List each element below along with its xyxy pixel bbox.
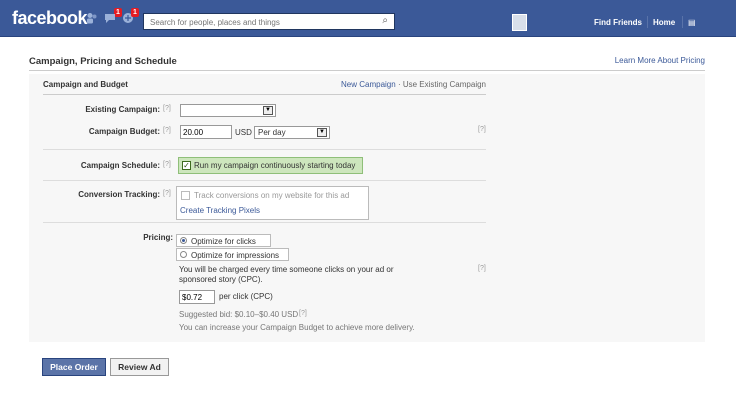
help-link[interactable]: [?] bbox=[478, 265, 486, 272]
conversion-tracking-box: Track conversions on my website for this… bbox=[176, 186, 369, 220]
help-link[interactable]: [?] bbox=[163, 127, 171, 134]
find-friends-link[interactable]: Find Friends bbox=[594, 18, 642, 27]
campaign-budget-label: Campaign Budget: bbox=[88, 127, 160, 136]
charge-note-line2: sponsored story (CPC). bbox=[179, 275, 263, 284]
avatar[interactable] bbox=[512, 14, 527, 31]
title-rule bbox=[29, 70, 705, 71]
new-campaign-link[interactable]: New Campaign bbox=[341, 80, 396, 89]
track-conversions-checkbox[interactable] bbox=[181, 191, 190, 200]
nav-divider bbox=[682, 16, 683, 28]
optimize-impressions-text: Optimize for impressions bbox=[191, 251, 280, 260]
existing-campaign-label: Existing Campaign: bbox=[85, 105, 160, 114]
run-continuously-text: Run my campaign continuously starting to… bbox=[194, 161, 356, 170]
bid-input[interactable] bbox=[179, 290, 215, 304]
optimize-clicks-text: Optimize for clicks bbox=[191, 237, 256, 246]
suggested-bid-text: Suggested bid: $0.10–$0.40 USD bbox=[179, 310, 299, 319]
top-bar: facebook 1 1 ⌕ Find Friends Home ▤ bbox=[0, 0, 736, 37]
conversion-tracking-label: Conversion Tracking: bbox=[78, 190, 160, 199]
optimize-impressions-option[interactable]: Optimize for impressions bbox=[176, 248, 289, 261]
account-menu-icon[interactable]: ▤ bbox=[688, 18, 696, 27]
budget-period-select[interactable]: Per day ▼ bbox=[254, 126, 330, 139]
budget-period-value: Per day bbox=[258, 128, 286, 137]
help-link[interactable]: [?] bbox=[163, 161, 171, 168]
run-continuously-checkbox[interactable]: ✓ bbox=[182, 161, 191, 170]
use-existing-campaign-link[interactable]: Use Existing Campaign bbox=[403, 80, 486, 89]
chevron-down-icon: ▼ bbox=[263, 106, 273, 115]
campaign-budget-input[interactable] bbox=[180, 125, 232, 139]
link-separator: · bbox=[397, 80, 401, 89]
existing-campaign-select[interactable]: ▼ bbox=[180, 104, 276, 117]
charge-note-line1: You will be charged every time someone c… bbox=[179, 265, 394, 274]
bid-unit-label: per click (CPC) bbox=[219, 292, 273, 301]
facebook-logo[interactable]: facebook bbox=[12, 8, 88, 29]
help-link[interactable]: [?] bbox=[478, 126, 486, 133]
pricing-label: Pricing: bbox=[143, 233, 173, 242]
search-icon[interactable]: ⌕ bbox=[382, 15, 388, 26]
home-link[interactable]: Home bbox=[653, 18, 675, 27]
increase-budget-note: You can increase your Campaign Budget to… bbox=[179, 323, 415, 332]
help-link[interactable]: [?] bbox=[163, 105, 171, 112]
help-link[interactable]: [?] bbox=[299, 310, 307, 317]
campaign-schedule-label: Campaign Schedule: bbox=[80, 161, 160, 170]
row-divider bbox=[43, 180, 486, 181]
page-title: Campaign, Pricing and Schedule bbox=[29, 56, 177, 67]
section-rule bbox=[43, 94, 486, 95]
search-input[interactable] bbox=[148, 15, 372, 30]
row-divider bbox=[43, 222, 486, 223]
search-box: ⌕ bbox=[143, 13, 395, 30]
messages-badge: 1 bbox=[131, 8, 139, 17]
optimize-impressions-radio[interactable] bbox=[180, 251, 187, 258]
run-continuously-option[interactable]: ✓ Run my campaign continuously starting … bbox=[178, 157, 363, 174]
create-tracking-pixels-link[interactable]: Create Tracking Pixels bbox=[180, 206, 260, 215]
currency-label: USD bbox=[235, 128, 252, 137]
row-divider bbox=[43, 149, 486, 150]
help-link[interactable]: [?] bbox=[163, 190, 171, 197]
track-conversions-text: Track conversions on my website for this… bbox=[194, 191, 350, 200]
learn-more-pricing-link[interactable]: Learn More About Pricing bbox=[615, 56, 705, 65]
friend-requests-icon[interactable] bbox=[86, 12, 98, 24]
place-order-button[interactable]: Place Order bbox=[42, 358, 106, 376]
nav-divider bbox=[647, 16, 648, 28]
messages-icon[interactable] bbox=[104, 12, 116, 24]
optimize-clicks-option[interactable]: Optimize for clicks bbox=[176, 234, 271, 247]
chevron-down-icon: ▼ bbox=[317, 128, 327, 137]
optimize-clicks-radio[interactable] bbox=[180, 237, 187, 244]
campaign-budget-heading: Campaign and Budget bbox=[43, 80, 128, 89]
review-ad-button[interactable]: Review Ad bbox=[110, 358, 169, 376]
campaign-mode-links: New Campaign · Use Existing Campaign bbox=[341, 80, 486, 89]
